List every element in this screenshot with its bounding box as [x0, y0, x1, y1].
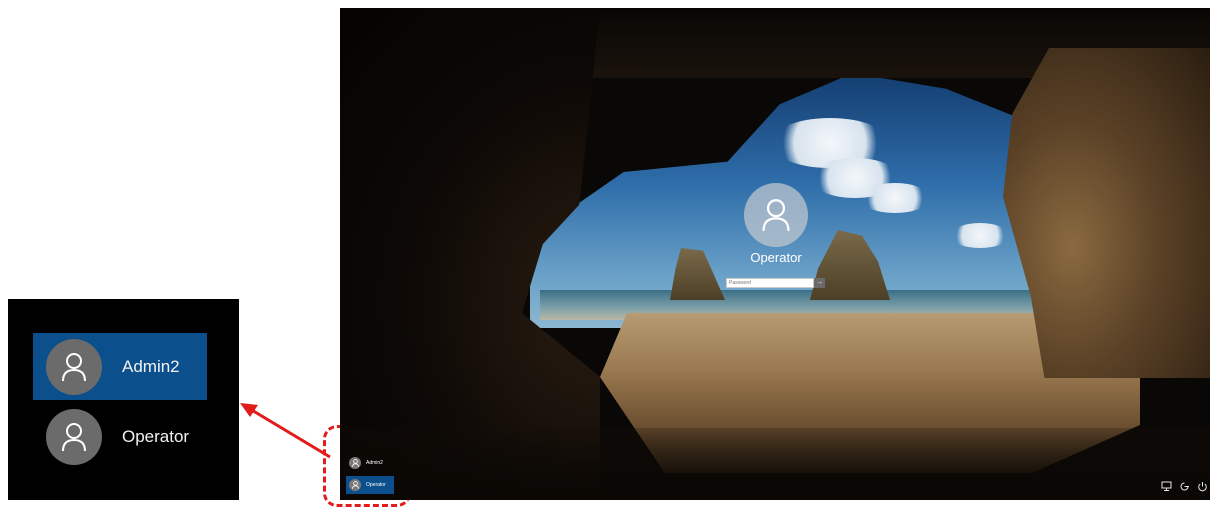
user-avatar-icon [46, 408, 102, 465]
user-item-admin2[interactable]: Admin2 [33, 333, 207, 400]
system-tray [1160, 480, 1208, 492]
lock-screen: Operator → Admin2 Operator [340, 8, 1210, 500]
network-icon[interactable] [1160, 480, 1172, 492]
cave-floor [340, 428, 1210, 500]
ease-of-access-icon[interactable] [1178, 480, 1190, 492]
current-user-name: Operator [750, 250, 802, 265]
password-input[interactable] [726, 278, 814, 288]
user-list: Admin2 Operator [346, 454, 394, 498]
current-user-avatar-icon [744, 183, 808, 247]
cloud [860, 183, 930, 213]
user-switcher-zoom: Admin2 Operator [8, 299, 239, 500]
user-name: Admin2 [366, 460, 383, 466]
user-item-admin2[interactable]: Admin2 [346, 454, 394, 472]
user-name: Operator [366, 482, 386, 488]
submit-arrow-button[interactable]: → [814, 278, 825, 288]
user-name: Admin2 [122, 356, 180, 376]
user-item-operator[interactable]: Operator [33, 403, 207, 470]
power-icon[interactable] [1196, 480, 1208, 492]
user-avatar-icon [46, 338, 102, 395]
user-name: Operator [122, 426, 190, 446]
user-avatar-icon [349, 457, 361, 469]
user-item-operator[interactable]: Operator [346, 476, 394, 494]
user-avatar-icon [349, 479, 361, 491]
cloud [950, 223, 1010, 248]
